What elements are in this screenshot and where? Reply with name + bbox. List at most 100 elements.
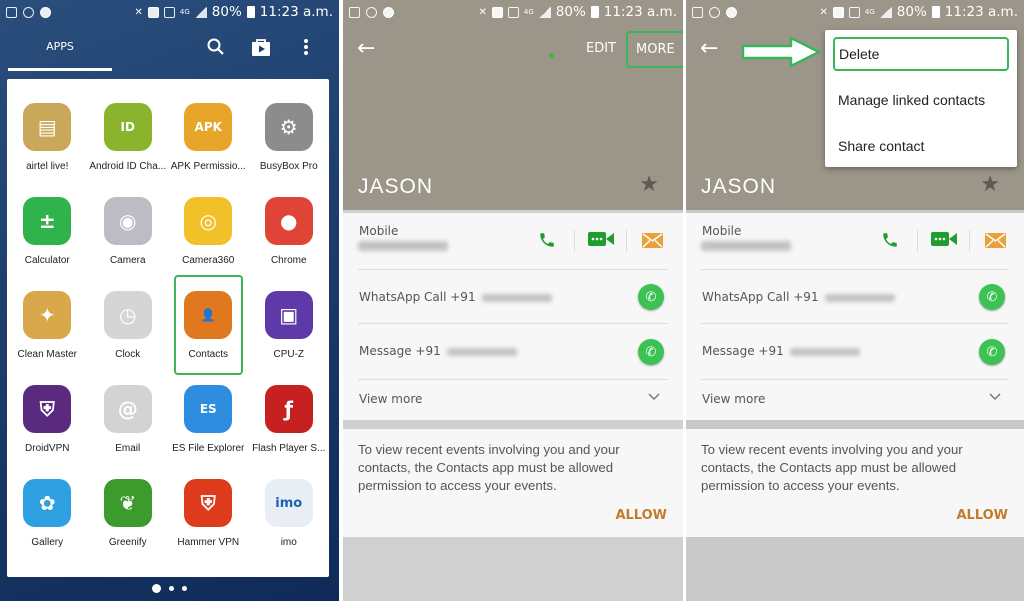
indicator-dot [549, 53, 554, 58]
whatsapp-icon[interactable]: ✆ [638, 339, 664, 365]
favorite-star-icon[interactable]: ★ [980, 172, 1000, 197]
app-label: airtel live! [26, 161, 69, 172]
app-email[interactable]: @ Email [88, 379, 169, 473]
message-icon[interactable] [641, 231, 663, 249]
app-camera[interactable]: ◉ Camera [88, 191, 169, 285]
view-more-label: View more [359, 392, 423, 406]
app-hammer-vpn[interactable]: ⛨ Hammer VPN [168, 473, 249, 567]
app-droidvpn[interactable]: ⛨ DroidVPN [7, 379, 88, 473]
clock-time: 11:23 a.m. [259, 4, 333, 20]
app-contacts[interactable]: 👤 Contacts [168, 275, 249, 379]
battery-percent: 80% [211, 4, 242, 20]
more-vert-icon[interactable] [295, 36, 317, 58]
mute-icon: ✕ [819, 6, 828, 18]
app-icon: ƒ [264, 385, 313, 433]
phone-number-blurred [701, 241, 791, 251]
app-greenify[interactable]: ❦ Greenify [88, 473, 169, 567]
app-clock[interactable]: ◷ Clock [88, 285, 169, 379]
app-cpu-z[interactable]: ▣ CPU-Z [249, 285, 330, 379]
app-flash-player-s[interactable]: ƒ Flash Player S... [249, 379, 330, 473]
view-more-label: View more [702, 392, 766, 406]
whatsapp-call-row[interactable]: WhatsApp Call +91 ✆ [358, 270, 668, 324]
overflow-menu: Delete Manage linked contacts Share cont… [825, 30, 1017, 167]
divider [574, 230, 575, 252]
play-store-icon[interactable] [250, 36, 272, 58]
whatsapp-call-row[interactable]: WhatsApp Call +91 ✆ [701, 270, 1009, 324]
video-call-icon[interactable] [588, 230, 614, 248]
view-more-row[interactable]: View more [358, 380, 668, 418]
menu-item-delete[interactable]: Delete [833, 37, 1009, 71]
menu-item-manage-linked-contacts[interactable]: Manage linked contacts [833, 83, 1009, 117]
apps-header: APPS [0, 30, 339, 71]
menu-item-share-contact[interactable]: Share contact [833, 129, 1009, 163]
app-icon: ◷ [103, 291, 152, 339]
app-label: Clean Master [17, 349, 77, 360]
tab-apps[interactable]: APPS [8, 30, 112, 70]
app-label: Email [115, 443, 141, 454]
chevron-down-icon[interactable] [648, 390, 660, 404]
allow-button[interactable]: ALLOW [956, 508, 1008, 523]
view-more-row[interactable]: View more [701, 380, 1009, 418]
app-icon: ES [184, 385, 233, 433]
whatsapp-icon[interactable]: ✆ [979, 339, 1005, 365]
gallery-notification-icon [6, 6, 17, 18]
app-icon: ❦ [103, 479, 152, 527]
app-icon: ✿ [23, 479, 72, 527]
contact-info-card: Mobile WhatsApp Call +91 ✆ Message +91 ✆… [686, 213, 1024, 420]
back-arrow-icon[interactable]: ← [700, 36, 718, 61]
back-arrow-icon[interactable]: ← [357, 36, 375, 61]
page-indicator [0, 584, 339, 593]
search-icon[interactable] [205, 36, 227, 58]
whatsapp-message-row[interactable]: Message +91 ✆ [358, 324, 668, 380]
app-label: APK Permissio... [170, 161, 246, 172]
app-airtel-live[interactable]: ▤ airtel live! [7, 97, 88, 191]
permission-text: To view recent events involving you and … [701, 442, 963, 493]
allow-button[interactable]: ALLOW [615, 508, 667, 523]
contact-detail-screen: ✕ 4G 80% 11:23 a.m. ← EDIT MORE JASON ★ … [343, 0, 683, 601]
edit-button[interactable]: EDIT [586, 41, 616, 56]
app-calculator[interactable]: ± Calculator [7, 191, 88, 285]
whatsapp-icon[interactable]: ✆ [979, 284, 1005, 310]
favorite-star-icon[interactable]: ★ [639, 172, 659, 197]
more-button[interactable]: MORE [626, 31, 683, 68]
mute-icon: ✕ [134, 6, 143, 18]
whatsapp-message-row[interactable]: Message +91 ✆ [701, 324, 1009, 380]
whatsapp-icon[interactable]: ✆ [638, 284, 664, 310]
mobile-row[interactable]: Mobile [358, 213, 668, 270]
call-icon[interactable] [536, 229, 558, 251]
app-gallery[interactable]: ✿ Gallery [7, 473, 88, 567]
app-icon: ID [103, 103, 152, 151]
app-camera360[interactable]: ◎ Camera360 [168, 191, 249, 285]
battery-icon [590, 6, 599, 18]
app-icon: ◎ [184, 197, 233, 245]
battery-icon [931, 6, 940, 18]
video-call-icon[interactable] [931, 230, 957, 248]
app-apk-permissio[interactable]: APK APK Permissio... [168, 97, 249, 191]
app-label: Android ID Cha... [89, 161, 167, 172]
mute-icon: ✕ [478, 6, 487, 18]
app-busybox-pro[interactable]: ⚙ BusyBox Pro [249, 97, 330, 191]
message-label: Message +91 [359, 344, 517, 358]
whatsapp-call-label: WhatsApp Call +91 [359, 290, 552, 304]
page-dot[interactable] [152, 584, 161, 593]
pointer-arrow-icon [741, 36, 821, 68]
app-clean-master[interactable]: ✦ Clean Master [7, 285, 88, 379]
app-imo[interactable]: imo imo [249, 473, 330, 567]
app-android-id-cha[interactable]: ID Android ID Cha... [88, 97, 169, 191]
app-icon: ▣ [264, 291, 313, 339]
page-dot[interactable] [169, 586, 174, 591]
signal-box-icon [163, 6, 175, 18]
call-icon[interactable] [879, 229, 901, 251]
app-label: Gallery [31, 537, 64, 548]
signal-icon [538, 6, 551, 18]
message-icon[interactable] [984, 231, 1006, 249]
chevron-down-icon[interactable] [989, 390, 1001, 404]
app-chrome[interactable]: ● Chrome [249, 191, 330, 285]
app-es-file-explorer[interactable]: ES ES File Explorer [168, 379, 249, 473]
page-dot[interactable] [182, 586, 187, 591]
sim-icon [491, 6, 503, 18]
messenger-notification-icon [40, 6, 51, 18]
app-label: Contacts [188, 349, 228, 360]
mobile-row[interactable]: Mobile [701, 213, 1009, 270]
whatsapp-call-label: WhatsApp Call +91 [702, 290, 895, 304]
